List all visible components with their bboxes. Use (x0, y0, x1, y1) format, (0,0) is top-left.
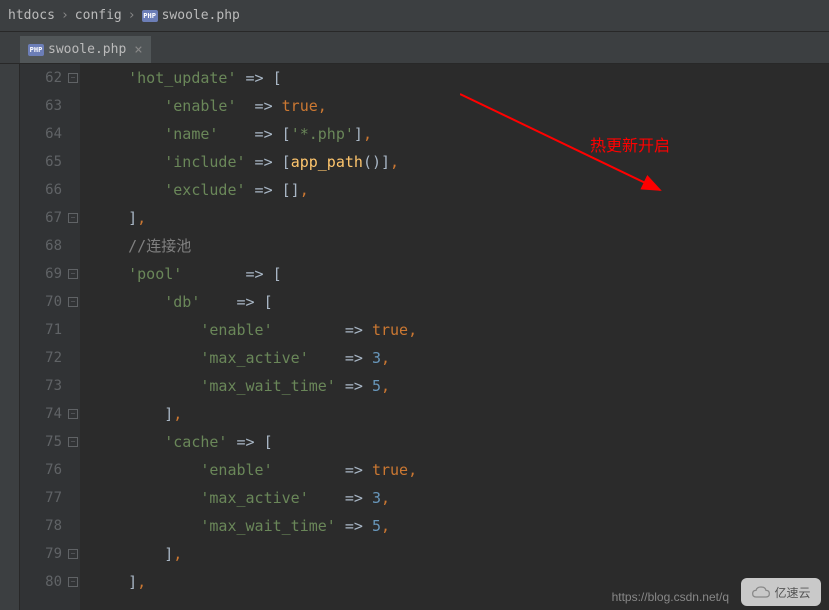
code-area[interactable]: 'hot_update' => [ 'enable' => true, 'nam… (80, 64, 829, 610)
code-line[interactable]: 'hot_update' => [ (92, 64, 829, 92)
code-line[interactable]: 'include' => [app_path()], (92, 148, 829, 176)
code-line[interactable]: 'enable' => true, (92, 456, 829, 484)
line-number: 73 (20, 372, 80, 400)
line-number: 75− (20, 428, 80, 456)
code-line[interactable]: 'cache' => [ (92, 428, 829, 456)
php-file-icon: PHP (142, 10, 158, 22)
code-line[interactable]: 'max_wait_time' => 5, (92, 372, 829, 400)
chevron-right-icon: › (61, 8, 69, 23)
line-number: 77 (20, 484, 80, 512)
line-number: 80− (20, 568, 80, 596)
breadcrumb: htdocs › config › PHP swoole.php (0, 0, 829, 32)
line-number: 71 (20, 316, 80, 344)
line-number: 69− (20, 260, 80, 288)
line-number: 79− (20, 540, 80, 568)
code-line[interactable]: 'enable' => true, (92, 316, 829, 344)
annotation-label: 热更新开启 (590, 132, 670, 156)
tab-file[interactable]: PHP swoole.php × (20, 35, 151, 63)
cloud-icon (751, 585, 771, 599)
fold-icon[interactable]: − (68, 549, 78, 559)
fold-icon[interactable]: − (68, 297, 78, 307)
fold-icon[interactable]: − (68, 577, 78, 587)
code-line[interactable]: //连接池 (92, 232, 829, 260)
line-number: 63 (20, 92, 80, 120)
fold-icon[interactable]: − (68, 409, 78, 419)
code-line[interactable]: 'pool' => [ (92, 260, 829, 288)
line-number: 74− (20, 400, 80, 428)
tab-bar: PHP swoole.php × (0, 32, 829, 64)
code-line[interactable]: ], (92, 540, 829, 568)
code-line[interactable]: 'max_active' => 3, (92, 484, 829, 512)
breadcrumb-file-label: swoole.php (162, 8, 240, 23)
line-number: 70− (20, 288, 80, 316)
code-line[interactable]: 'name' => ['*.php'], (92, 120, 829, 148)
fold-icon[interactable]: − (68, 269, 78, 279)
code-line[interactable]: 'enable' => true, (92, 92, 829, 120)
code-line[interactable]: 'exclude' => [], (92, 176, 829, 204)
code-line[interactable]: 'db' => [ (92, 288, 829, 316)
line-number: 76 (20, 456, 80, 484)
line-number: 68 (20, 232, 80, 260)
gutter: 62−6364656667−6869−70−71727374−75−767778… (20, 64, 80, 610)
line-number: 65 (20, 148, 80, 176)
line-number: 78 (20, 512, 80, 540)
code-line[interactable]: 'max_wait_time' => 5, (92, 512, 829, 540)
code-line[interactable]: 'max_active' => 3, (92, 344, 829, 372)
line-number: 67− (20, 204, 80, 232)
fold-icon[interactable]: − (68, 437, 78, 447)
watermark-logo-text: 亿速云 (774, 584, 810, 601)
watermark-url: https://blog.csdn.net/q (612, 590, 729, 604)
line-number: 64 (20, 120, 80, 148)
breadcrumb-item[interactable]: config (75, 8, 122, 23)
editor: 62−6364656667−6869−70−71727374−75−767778… (0, 64, 829, 610)
line-number: 62− (20, 64, 80, 92)
tab-label: swoole.php (48, 42, 126, 57)
tool-window-bar[interactable] (0, 64, 20, 610)
breadcrumb-item[interactable]: htdocs (8, 8, 55, 23)
code-line[interactable]: ], (92, 204, 829, 232)
line-number: 72 (20, 344, 80, 372)
fold-icon[interactable]: − (68, 73, 78, 83)
fold-icon[interactable]: − (68, 213, 78, 223)
code-line[interactable]: ], (92, 400, 829, 428)
breadcrumb-item[interactable]: PHP swoole.php (142, 8, 240, 23)
close-icon[interactable]: × (134, 42, 142, 58)
chevron-right-icon: › (128, 8, 136, 23)
php-file-icon: PHP (28, 44, 44, 56)
watermark-logo: 亿速云 (741, 578, 821, 606)
line-number: 66 (20, 176, 80, 204)
